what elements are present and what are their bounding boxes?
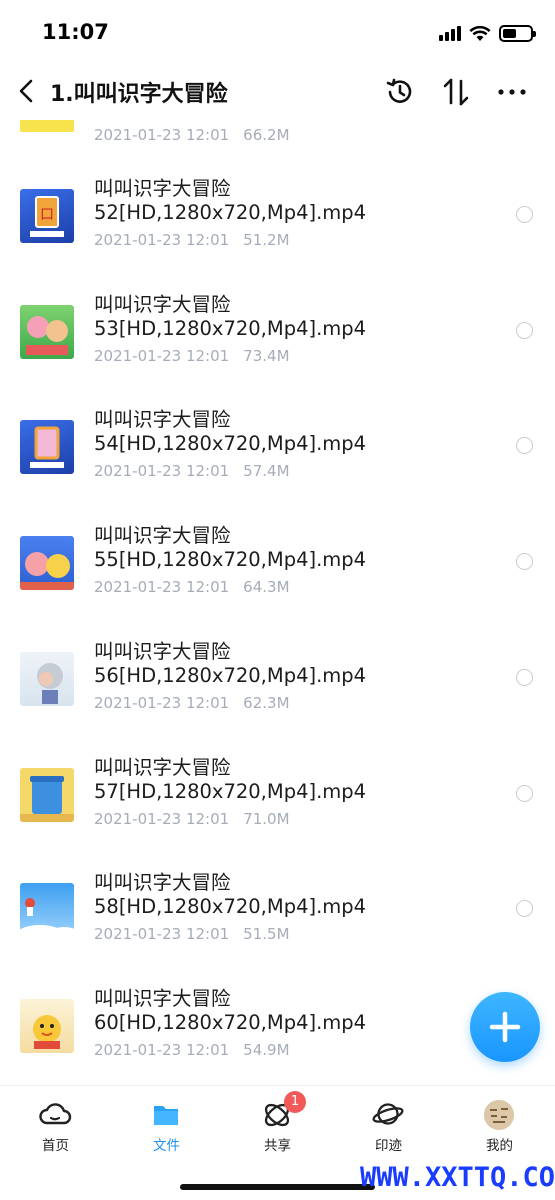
file-list: 2021-01-23 12:01 66.2M 口 叫叫识字大冒险 52[HD,12… [0,120,555,1085]
tab-profile[interactable]: 我的 [444,1086,555,1164]
select-radio[interactable] [516,321,533,339]
select-radio[interactable] [516,784,533,802]
wifi-icon [469,25,491,41]
file-size: 57.4M [243,462,290,481]
list-item[interactable]: 叫叫识字大冒险 58[HD,1280x720,Mp4].mp4 2021-01-… [0,867,555,983]
tab-label: 我的 [486,1138,513,1154]
status-bar: 11:07 [0,0,555,62]
more-icon[interactable] [496,76,528,108]
history-icon[interactable] [384,76,416,108]
page-title: 1.叫叫识字大冒险 [50,82,228,107]
file-meta: 2021-01-23 12:01 73.4M [94,347,290,365]
tab-files[interactable]: 文件 [111,1086,222,1164]
notification-badge: 1 [284,1091,306,1113]
file-meta: 2021-01-23 12:01 64.3M [94,578,290,596]
file-size: 73.4M [243,346,290,365]
file-date: 2021-01-23 12:01 [94,231,230,249]
file-date: 2021-01-23 12:01 [94,462,230,481]
file-size: 51.5M [243,925,290,944]
video-thumbnail: 口 [20,189,74,243]
tab-label: 文件 [153,1138,180,1154]
tab-traces[interactable]: 印迹 [333,1086,444,1164]
list-item[interactable]: 叫叫识字大冒险 54[HD,1280x720,Mp4].mp4 2021-01-… [0,404,555,520]
tab-label: 共享 [264,1138,291,1154]
file-meta: 2021-01-23 12:01 71.0M [94,810,290,828]
planet-icon [372,1103,404,1125]
list-item[interactable]: 叫叫识字大冒险 56[HD,1280x720,Mp4].mp4 2021-01-… [0,636,555,752]
video-thumbnail [20,420,74,475]
file-size: 66.2M [243,126,290,144]
file-meta: 2021-01-23 12:01 62.3M [94,694,290,712]
tab-home[interactable]: 首页 [0,1086,111,1164]
tab-label: 首页 [42,1138,69,1154]
file-date: 2021-01-23 12:01 [94,693,230,712]
file-name: 叫叫识字大冒险 56[HD,1280x720,Mp4].mp4 [94,639,367,687]
tab-bar: 首页 文件 1 共享 印迹 我的 [0,1085,555,1163]
file-name: 叫叫识字大冒险 60[HD,1280x720,Mp4].mp4 [94,986,367,1034]
select-radio[interactable] [516,900,533,918]
header: 1.叫叫识字大冒险 [0,62,555,120]
file-date: 2021-01-23 12:01 [94,578,230,597]
file-date: 2021-01-23 12:01 [94,346,230,365]
file-name: 叫叫识字大冒险 57[HD,1280x720,Mp4].mp4 [94,755,367,803]
add-button[interactable] [470,992,540,1062]
video-thumbnail [20,120,74,132]
file-date: 2021-01-23 12:01 [94,809,230,828]
watermark: WWW.XXTTQ.COM [360,1162,555,1193]
status-icons [439,22,536,44]
folder-icon [154,1106,178,1125]
sort-icon[interactable] [440,76,472,108]
video-thumbnail [20,883,74,938]
home-indicator [180,1184,375,1190]
file-size: 51.2M [243,231,290,249]
list-item[interactable]: 2021-01-23 12:01 66.2M [0,120,555,160]
file-name: 叫叫识字大冒险 55[HD,1280x720,Mp4].mp4 [94,524,367,572]
file-date: 2021-01-23 12:01 [94,1040,230,1059]
list-item[interactable]: 叫叫识字大冒险 53[HD,1280x720,Mp4].mp4 2021-01-… [0,289,555,405]
select-radio[interactable] [516,206,533,223]
file-size: 64.3M [243,578,290,597]
file-meta: 2021-01-23 12:01 54.9M [94,1041,290,1059]
file-name: 叫叫识字大冒险 54[HD,1280x720,Mp4].mp4 [94,408,367,456]
cloud-icon [39,1103,72,1125]
file-name: 叫叫识字大冒险 52[HD,1280x720,Mp4].mp4 [94,177,367,224]
status-time: 11:07 [42,20,109,44]
file-size: 62.3M [243,693,290,712]
file-meta: 2021-01-23 12:01 66.2M [94,126,290,144]
video-thumbnail [20,998,74,1053]
list-item[interactable]: 叫叫识字大冒险 55[HD,1280x720,Mp4].mp4 2021-01-… [0,520,555,636]
file-size: 71.0M [243,809,290,828]
file-size: 54.9M [243,1040,290,1059]
tab-label: 印迹 [375,1138,402,1154]
battery-icon [499,24,536,42]
avatar [484,1100,514,1130]
file-name: 叫叫识字大冒险 58[HD,1280x720,Mp4].mp4 [94,871,367,919]
list-item[interactable]: 口 叫叫识字大冒险 52[HD,1280x720,Mp4].mp4 2021-0… [0,173,555,289]
video-thumbnail [20,304,74,359]
select-radio[interactable] [516,668,533,686]
video-thumbnail [20,767,74,822]
signal-icon [439,25,461,41]
video-thumbnail [20,536,74,591]
file-date: 2021-01-23 12:01 [94,925,230,944]
select-radio[interactable] [516,553,533,571]
tab-share[interactable]: 1 共享 [222,1086,333,1164]
file-meta: 2021-01-23 12:01 51.2M [94,231,290,249]
file-meta: 2021-01-23 12:01 57.4M [94,462,290,480]
plus-icon [489,1011,521,1043]
back-icon[interactable] [14,76,42,106]
file-name: 叫叫识字大冒险 53[HD,1280x720,Mp4].mp4 [94,292,367,340]
file-meta: 2021-01-23 12:01 51.5M [94,925,290,943]
file-date: 2021-01-23 12:01 [94,126,230,144]
svg-text:口: 口 [40,207,54,223]
video-thumbnail [20,651,74,706]
list-item[interactable]: 叫叫识字大冒险 57[HD,1280x720,Mp4].mp4 2021-01-… [0,752,555,868]
select-radio[interactable] [516,437,533,455]
